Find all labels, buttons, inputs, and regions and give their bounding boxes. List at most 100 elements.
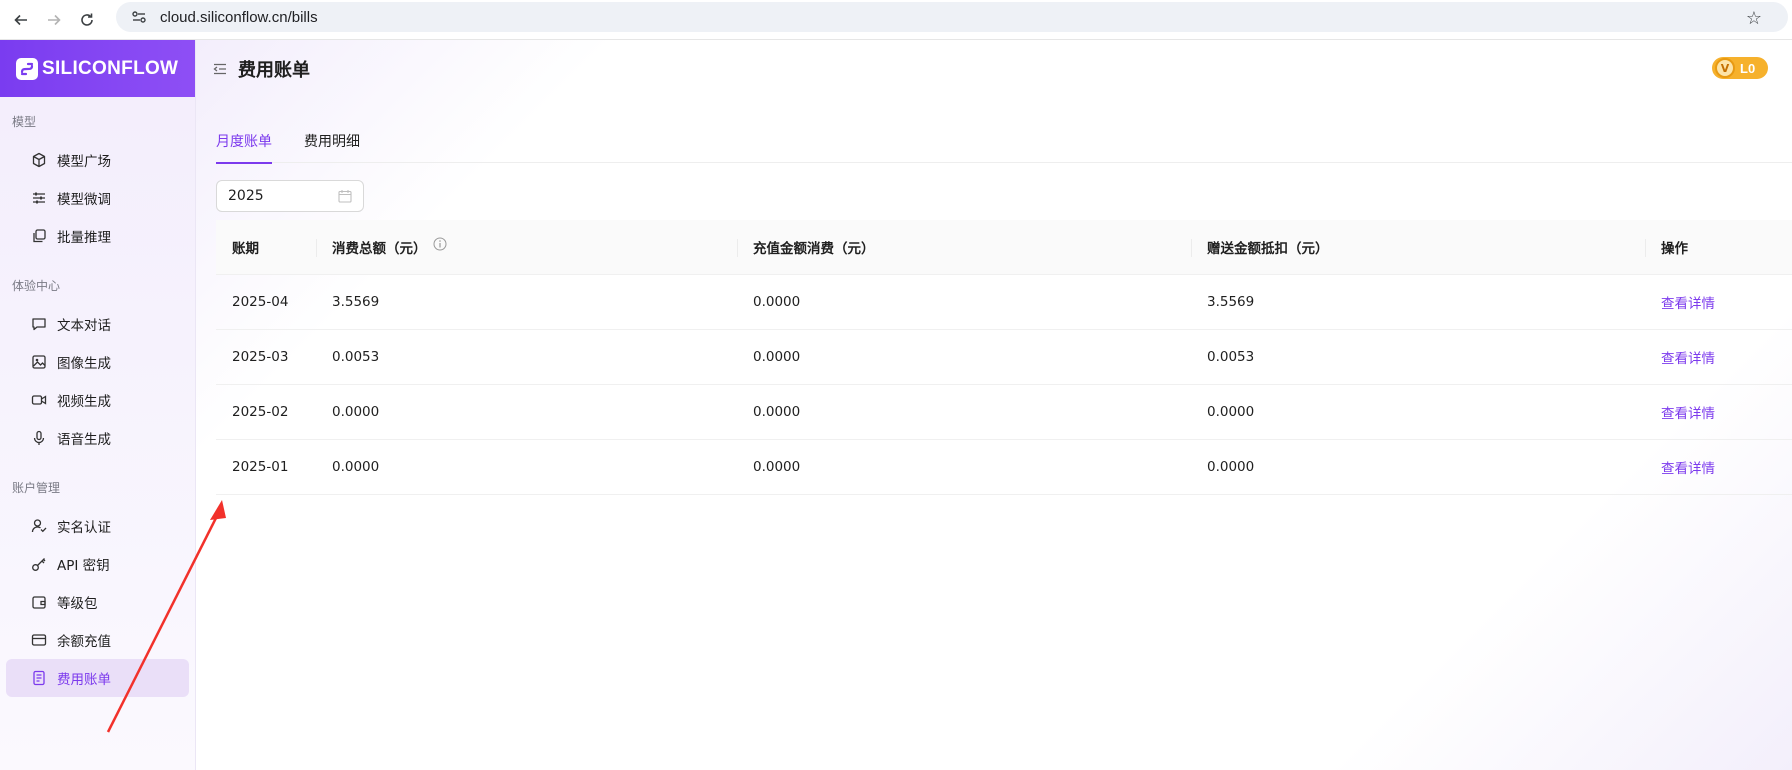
level-badge[interactable]: V L0: [1712, 57, 1768, 79]
microphone-icon: [30, 430, 47, 447]
video-icon: [30, 392, 47, 409]
sidebar-item-verification[interactable]: 实名认证: [6, 507, 189, 545]
gift-cell: 3.5569: [1207, 294, 1255, 310]
batch-icon: [30, 228, 47, 245]
sidebar-item-label: 费用账单: [57, 672, 111, 688]
year-value: 2025: [228, 188, 264, 204]
table-row: 2025-04 3.5569 0.0000 3.5569 查看详情: [216, 275, 1792, 330]
url-text[interactable]: cloud.siliconflow.cn/bills: [160, 9, 318, 26]
bills-table: 账期 消费总额（元） 充值金额消费（元） 赠送金额抵扣（元） 操作 2025-0…: [216, 220, 1792, 495]
column-header-period: 账期: [216, 220, 316, 274]
column-label: 消费总额（元）: [332, 241, 427, 257]
recharge-cell: 0.0000: [753, 349, 801, 365]
sidebar-item-label: API 密钥: [57, 558, 110, 574]
sidebar-item-billing[interactable]: 费用账单: [6, 659, 189, 697]
section-title-account: 账户管理: [12, 481, 61, 495]
image-icon: [30, 354, 47, 371]
view-details-link[interactable]: 查看详情: [1645, 330, 1792, 384]
sidebar-collapse-icon[interactable]: [212, 61, 228, 77]
cube-icon: [30, 152, 47, 169]
user-check-icon: [30, 518, 47, 535]
gift-cell: 0.0000: [1207, 459, 1255, 475]
chat-icon: [30, 316, 47, 333]
total-cell: 3.5569: [332, 294, 380, 310]
column-header-recharge: 充值金额消费（元）: [737, 220, 1191, 274]
tab-monthly-bill[interactable]: 月度账单: [216, 123, 272, 164]
sidebar-item-label: 视频生成: [57, 394, 111, 410]
sidebar-item-batch-inference[interactable]: 批量推理: [6, 217, 189, 255]
sidebar-item-label: 批量推理: [57, 230, 111, 246]
column-label: 赠送金额抵扣（元）: [1207, 241, 1329, 257]
page-header: 费用账单: [196, 40, 1792, 97]
period-cell: 2025-01: [232, 459, 289, 475]
year-picker[interactable]: 2025: [216, 180, 364, 212]
recharge-cell: 0.0000: [753, 404, 801, 420]
sidebar-item-label: 余额充值: [57, 634, 111, 650]
logo-text: SILICONFLOW: [42, 57, 179, 79]
table-row: 2025-01 0.0000 0.0000 0.0000 查看详情: [216, 440, 1792, 495]
site-info-icon[interactable]: [130, 8, 148, 26]
level-text: L0: [1740, 60, 1756, 76]
sidebar-item-label: 模型广场: [57, 154, 111, 170]
sidebar-item-level-pack[interactable]: 等级包: [6, 583, 189, 621]
total-cell: 0.0053: [332, 349, 380, 365]
page-title: 费用账单: [238, 59, 310, 81]
logo[interactable]: SILICONFLOW: [0, 40, 195, 97]
column-label: 操作: [1661, 241, 1688, 257]
address-bar[interactable]: cloud.siliconflow.cn/bills ☆: [116, 2, 1788, 32]
section-title-experience: 体验中心: [12, 279, 61, 293]
wallet-icon: [30, 594, 47, 611]
view-details-link[interactable]: 查看详情: [1645, 385, 1792, 439]
total-cell: 0.0000: [332, 459, 380, 475]
gift-cell: 0.0053: [1207, 349, 1255, 365]
sidebar-item-text-chat[interactable]: 文本对话: [6, 305, 189, 343]
bill-tabs: 月度账单 费用明细: [216, 123, 1792, 164]
column-header-gift: 赠送金额抵扣（元）: [1191, 220, 1645, 274]
sidebar-item-label: 语音生成: [57, 432, 111, 448]
sidebar-item-image-gen[interactable]: 图像生成: [6, 343, 189, 381]
main-content: 费用账单 V L0 月度账单 费用明细 2025 账期 消费总额（元） 充值金额…: [196, 40, 1792, 770]
sidebar-item-label: 图像生成: [57, 356, 111, 372]
sidebar-item-speech-gen[interactable]: 语音生成: [6, 419, 189, 457]
table-header: 账期 消费总额（元） 充值金额消费（元） 赠送金额抵扣（元） 操作: [216, 220, 1792, 275]
column-header-total: 消费总额（元）: [316, 220, 737, 274]
vip-icon: V: [1715, 58, 1735, 78]
gift-cell: 0.0000: [1207, 404, 1255, 420]
sidebar-item-label: 等级包: [57, 596, 98, 612]
info-icon[interactable]: [433, 237, 447, 251]
recharge-cell: 0.0000: [753, 294, 801, 310]
calendar-icon: [338, 189, 352, 203]
sidebar-item-recharge[interactable]: 余额充值: [6, 621, 189, 659]
column-label: 账期: [232, 241, 259, 257]
section-title-model: 模型: [12, 115, 37, 129]
view-details-link[interactable]: 查看详情: [1645, 440, 1792, 494]
period-cell: 2025-02: [232, 404, 289, 420]
card-icon: [30, 632, 47, 649]
bookmark-star-icon[interactable]: ☆: [1746, 8, 1762, 29]
sidebar-item-label: 文本对话: [57, 318, 111, 334]
sidebar-item-fine-tune[interactable]: 模型微调: [6, 179, 189, 217]
key-icon: [30, 556, 47, 573]
sidebar-item-label: 实名认证: [57, 520, 111, 536]
recharge-cell: 0.0000: [753, 459, 801, 475]
view-details-link[interactable]: 查看详情: [1645, 275, 1792, 329]
tab-fee-details[interactable]: 费用明细: [304, 123, 360, 163]
table-row: 2025-03 0.0053 0.0000 0.0053 查看详情: [216, 330, 1792, 385]
sidebar: SILICONFLOW 模型 模型广场 模型微调 批量推理 体验中心 文本对话 …: [0, 40, 196, 770]
siliconflow-logo-icon: [16, 57, 38, 80]
reload-icon[interactable]: [75, 8, 99, 32]
back-icon[interactable]: [9, 8, 33, 32]
sidebar-item-label: 模型微调: [57, 192, 111, 208]
period-cell: 2025-03: [232, 349, 289, 365]
document-icon: [30, 670, 47, 687]
column-header-action: 操作: [1645, 220, 1792, 274]
column-label: 充值金额消费（元）: [753, 241, 875, 257]
browser-toolbar: cloud.siliconflow.cn/bills ☆: [0, 0, 1792, 40]
sidebar-item-model-square[interactable]: 模型广场: [6, 141, 189, 179]
sidebar-item-video-gen[interactable]: 视频生成: [6, 381, 189, 419]
period-cell: 2025-04: [232, 294, 289, 310]
sliders-icon: [30, 190, 47, 207]
table-row: 2025-02 0.0000 0.0000 0.0000 查看详情: [216, 385, 1792, 440]
sidebar-item-api-keys[interactable]: API 密钥: [6, 545, 189, 583]
forward-icon[interactable]: [42, 8, 66, 32]
